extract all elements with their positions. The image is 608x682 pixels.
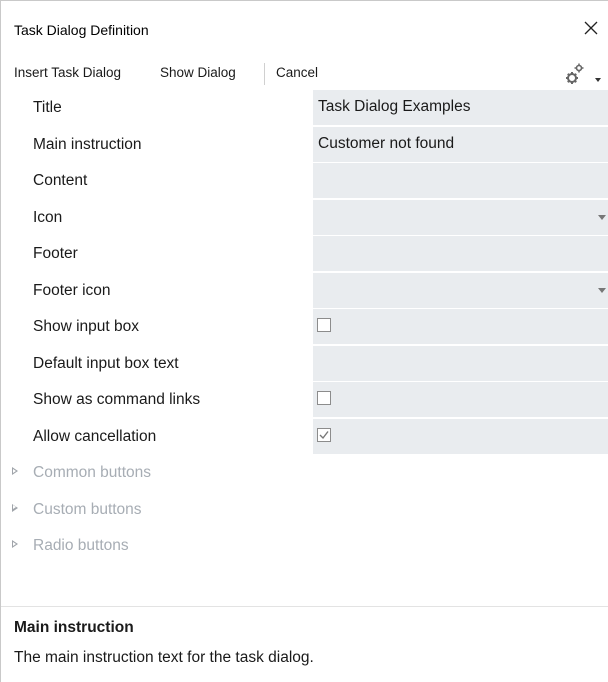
property-label: Footer (33, 245, 78, 262)
description-divider (1, 606, 608, 607)
show-as-command-links-cell (313, 382, 608, 417)
property-label: Icon (33, 208, 63, 226)
property-label: Main instruction (33, 135, 142, 153)
property-row-show-input-box: Show input box (1, 309, 608, 346)
title-field[interactable]: Task Dialog Examples (313, 90, 608, 125)
description-text: The main instruction text for the task d… (14, 649, 314, 666)
toolbar: Insert Task Dialog Show Dialog Cancel (1, 57, 608, 90)
allow-cancellation-cell (313, 418, 608, 454)
gears-icon (566, 63, 601, 84)
description-title: Main instruction (14, 619, 134, 636)
property-row-allow-cancellation: Allow cancellation (1, 418, 608, 456)
show-input-box-cell (313, 309, 608, 344)
show-input-box-checkbox[interactable] (317, 318, 331, 332)
main-instruction-field[interactable]: Customer not found (313, 126, 608, 162)
content-field[interactable] (313, 163, 608, 198)
property-label: Show as command links (33, 391, 201, 408)
property-label: Default input box text (33, 354, 179, 372)
title-bar: Task Dialog Definition (1, 1, 608, 57)
cancel-button[interactable]: Cancel (276, 65, 318, 80)
task-dialog-definition-window: Task Dialog Definition Insert Task Dialo… (0, 0, 608, 682)
property-label: Footer icon (33, 281, 111, 299)
section-radio-buttons[interactable]: Radio buttons (1, 528, 608, 565)
property-label: Title (33, 99, 62, 116)
insert-task-dialog-button[interactable]: Insert Task Dialog (14, 65, 121, 80)
show-as-command-links-checkbox[interactable] (317, 391, 331, 405)
property-label: Show input box (33, 318, 139, 335)
property-row-title: Title Task Dialog Examples (1, 90, 608, 127)
property-row-main-instruction: Main instruction Customer not found (1, 126, 608, 164)
close-icon (584, 21, 598, 35)
section-label: Common buttons (33, 464, 152, 481)
section-custom-buttons[interactable]: Custom buttons (1, 492, 608, 529)
section-label: Custom buttons (33, 500, 142, 518)
property-row-show-as-command-links: Show as command links (1, 382, 608, 419)
icon-dropdown[interactable] (313, 199, 608, 235)
expand-triangle-icon[interactable] (12, 503, 18, 512)
toolbar-separator (264, 63, 265, 85)
property-row-icon: Icon (1, 199, 608, 237)
dropdown-arrow-icon[interactable] (598, 214, 606, 220)
show-dialog-button[interactable]: Show Dialog (160, 65, 236, 80)
close-button[interactable] (578, 15, 604, 41)
property-label: Content (33, 172, 88, 189)
expand-triangle-icon[interactable] (12, 540, 18, 548)
property-label: Allow cancellation (33, 427, 157, 445)
window-title: Task Dialog Definition (14, 22, 149, 38)
section-common-buttons[interactable]: Common buttons (1, 455, 608, 492)
footer-field[interactable] (313, 236, 608, 271)
property-row-footer: Footer (1, 236, 608, 273)
property-grid: Title Task Dialog Examples Main instruct… (1, 90, 608, 565)
dropdown-arrow-icon[interactable] (598, 287, 606, 293)
property-row-default-input-box-text: Default input box text (1, 345, 608, 383)
allow-cancellation-checkbox[interactable] (317, 427, 331, 442)
checkmark-icon (319, 430, 329, 439)
expand-triangle-icon[interactable] (12, 467, 18, 475)
settings-menu-button[interactable] (563, 61, 603, 87)
property-row-content: Content (1, 163, 608, 200)
section-label: Radio buttons (33, 537, 129, 554)
property-row-footer-icon: Footer icon (1, 272, 608, 310)
footer-icon-dropdown[interactable] (313, 272, 608, 308)
default-input-box-text-field[interactable] (313, 345, 608, 381)
